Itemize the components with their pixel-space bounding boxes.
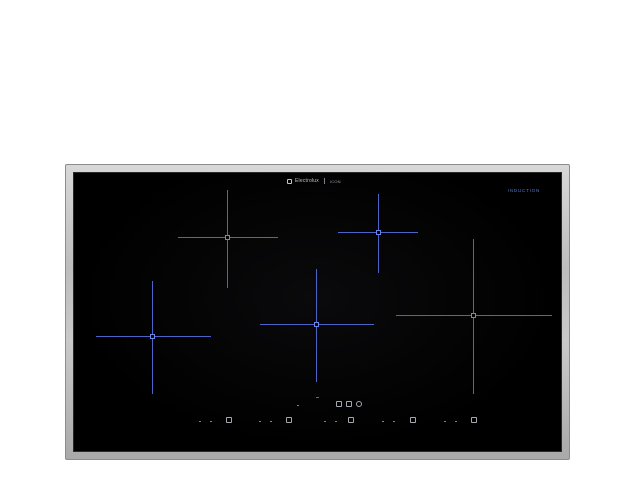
brand-name: Electrolux [295,178,319,184]
control-dot [210,421,212,422]
square-marker-icon [225,235,230,240]
control-indicator [316,397,319,398]
control-dot [259,421,261,422]
brand-separator [323,178,325,184]
control-dot [324,421,326,422]
square-marker-icon [314,322,319,327]
zone-select-icon[interactable] [226,417,232,423]
touch-control-panel [74,397,561,439]
cooktop-frame: Electrolux ICON INDUCTION [65,164,570,460]
control-dot [393,421,395,422]
brand-header: Electrolux ICON [287,176,341,186]
square-marker-icon [376,230,381,235]
power-icon[interactable] [356,401,362,407]
zone-select-icon[interactable] [348,417,354,423]
zone-select-icon[interactable] [471,417,477,423]
zone-select-icon[interactable] [410,417,416,423]
lock-icon[interactable] [346,401,352,407]
control-dot [455,421,457,422]
control-dot [199,421,201,422]
square-marker-icon [471,313,476,318]
control-dot [297,405,299,406]
control-dot [335,421,337,422]
timer-icon[interactable] [336,401,342,407]
control-dot [444,421,446,422]
control-dot [270,421,272,422]
zone-select-icon[interactable] [286,417,292,423]
control-dot [382,421,384,422]
square-marker-icon [150,334,155,339]
electrolux-logo-icon [287,178,292,184]
model-text: ICON [329,178,341,184]
induction-label: INDUCTION [507,188,540,193]
glass-surface: Electrolux ICON INDUCTION [73,172,562,452]
